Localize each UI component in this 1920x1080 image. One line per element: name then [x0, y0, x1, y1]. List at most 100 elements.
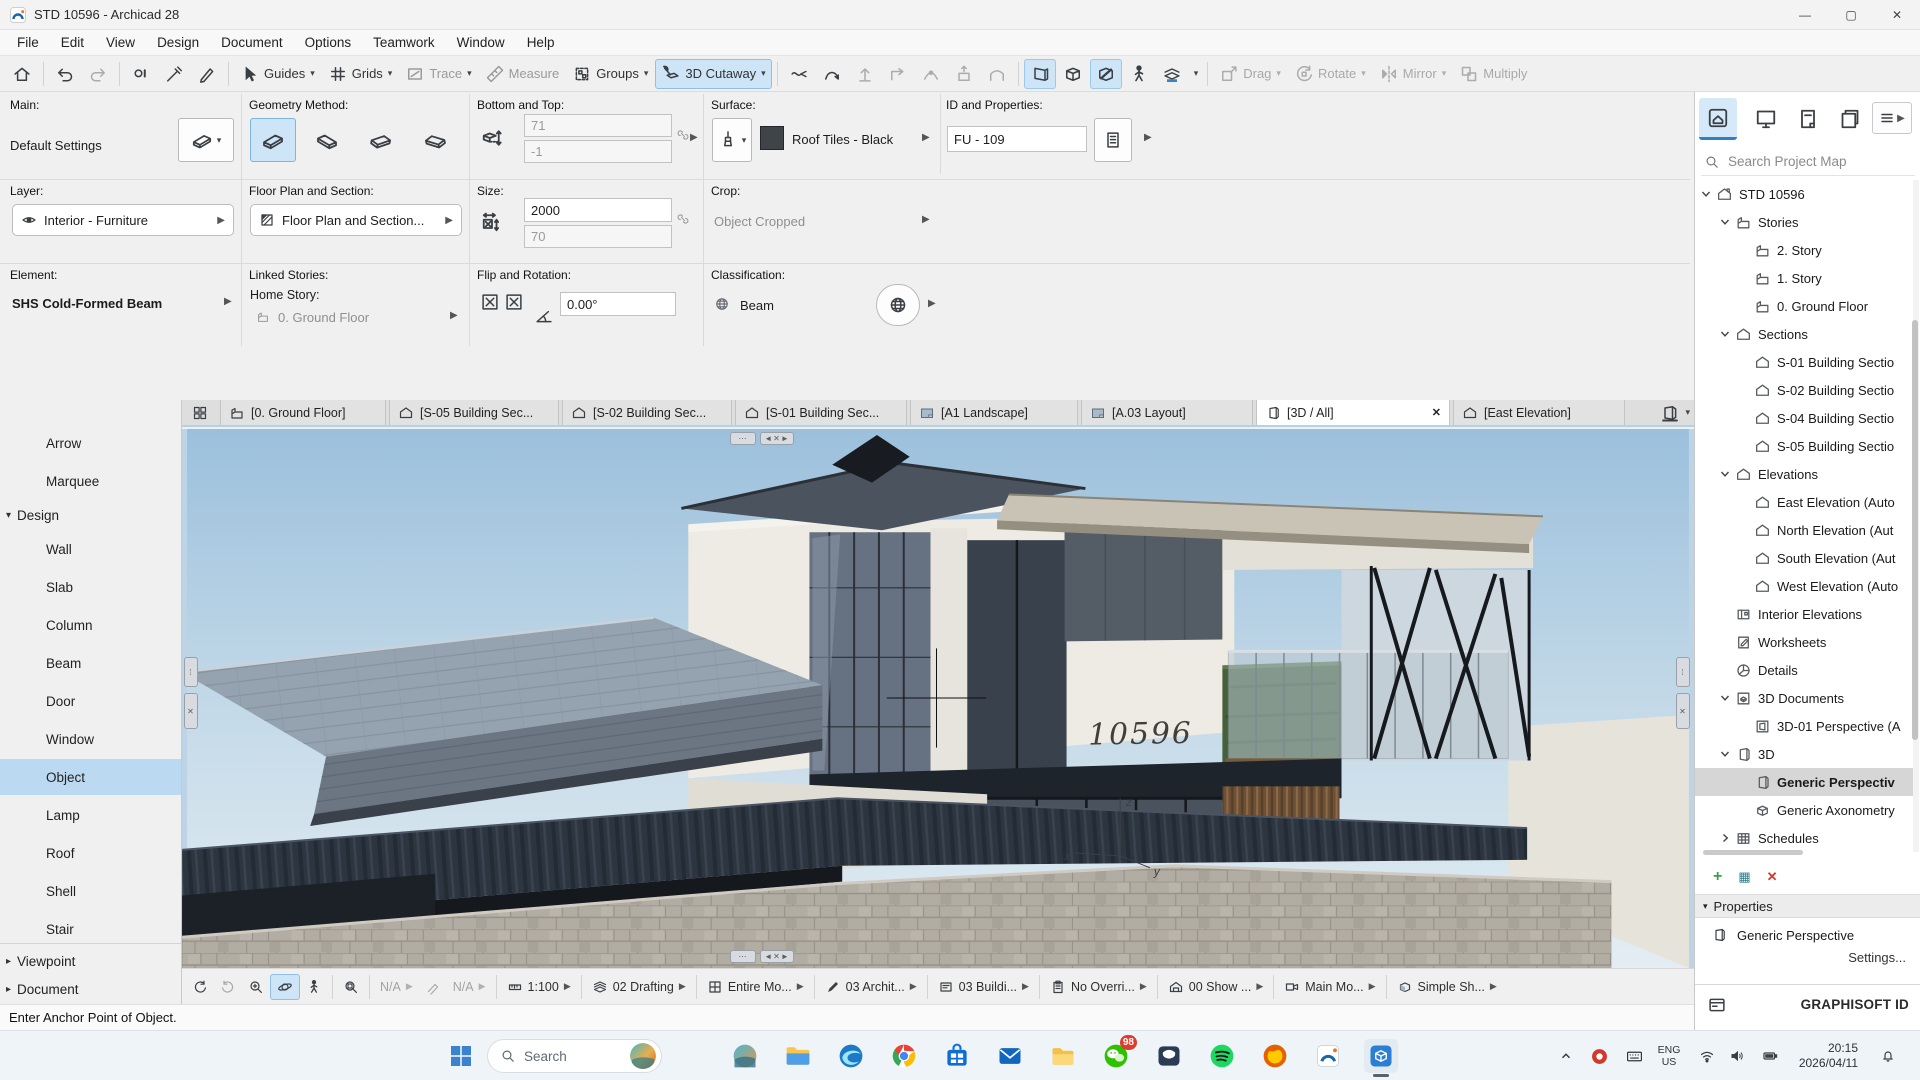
rotation-angle-field[interactable]: 0.00°	[560, 292, 676, 316]
add-viewpoint-button[interactable]: +	[1713, 868, 1722, 886]
tab-4[interactable]: [S-01 Building Sec...	[735, 400, 907, 425]
explore-button[interactable]	[300, 975, 328, 999]
trace-button[interactable]: Trace▾	[399, 59, 477, 89]
chevron-down-icon[interactable]	[1719, 216, 1731, 228]
tool-lamp[interactable]: Lamp	[0, 797, 181, 833]
cutaway-handle-left[interactable]: ✕	[184, 693, 198, 729]
taskbar-widget-image[interactable]	[728, 1039, 762, 1073]
edit-corner-button[interactable]	[882, 59, 914, 89]
zoom-in-button[interactable]	[242, 975, 270, 999]
tray-clock[interactable]: 20:15 2026/04/11	[1799, 1031, 1858, 1080]
zoom-dropdown[interactable]: N/A▶	[374, 976, 419, 998]
tree-item-interior-elevations[interactable]: Interior Elevations	[1695, 600, 1913, 628]
element-expand-arrow[interactable]: ▶	[224, 296, 232, 307]
tree-item-0-ground-floor[interactable]: 0. Ground Floor	[1695, 292, 1913, 320]
layer-combination-dropdown[interactable]: 02 Drafting▶	[586, 975, 692, 999]
split-button[interactable]	[783, 59, 815, 89]
tool-slab[interactable]: Slab	[0, 569, 181, 605]
tab-1[interactable]: [0. Ground Floor]	[220, 400, 386, 425]
toolbox-group-viewpoint[interactable]: ▸Viewpoint	[0, 947, 181, 975]
tree-item-2-story[interactable]: 2. Story	[1695, 236, 1913, 264]
elevate-button[interactable]	[849, 59, 881, 89]
tab-3[interactable]: [S-02 Building Sec...	[562, 400, 732, 425]
classification-button[interactable]	[876, 284, 920, 326]
groups-button[interactable]: Groups▾	[566, 59, 654, 89]
home-story-value[interactable]: 0. Ground Floor	[278, 310, 369, 325]
cutaway-handle-grip-right[interactable]: ⁞	[1676, 657, 1690, 687]
taskbar-chat[interactable]	[1152, 1039, 1186, 1073]
taskbar-file-explorer[interactable]	[781, 1039, 815, 1073]
tree-item-sections[interactable]: Sections	[1695, 320, 1913, 348]
taskbar-mail[interactable]	[993, 1039, 1027, 1073]
geometry-method-3[interactable]	[358, 118, 404, 162]
size-link-icon[interactable]	[676, 212, 690, 226]
mirror-button[interactable]: Mirror▾	[1373, 59, 1452, 89]
tree-item-north-elevation-aut[interactable]: North Elevation (Aut	[1695, 516, 1913, 544]
size-height-field[interactable]: 70	[524, 225, 672, 248]
taskbar-search[interactable]: Search	[487, 1039, 662, 1073]
tree-item-std-10596[interactable]: STD 10596	[1695, 180, 1913, 208]
guides-button[interactable]: Guides▾	[234, 59, 321, 89]
layer-selector[interactable]: Interior - Furniture ▶	[12, 204, 234, 236]
curve-edit-button[interactable]	[915, 59, 947, 89]
tab-overview-button[interactable]	[184, 400, 216, 425]
transfer-parameters-button[interactable]	[191, 59, 223, 89]
adjust-button[interactable]	[816, 59, 848, 89]
tree-item-3d-documents[interactable]: 3D Documents	[1695, 684, 1913, 712]
3d-viewport[interactable]: 10596 z x y ⋯ ◄✕► ⋯ ◄✕► ⁞ ✕ ⁞ ✕	[182, 429, 1694, 968]
menu-file[interactable]: File	[6, 32, 50, 53]
model-view-dropdown[interactable]: 03 Buildi...▶	[932, 975, 1035, 999]
tab-5[interactable]: [A1 Landscape]	[910, 400, 1078, 425]
tree-scrollbar[interactable]	[1913, 180, 1919, 852]
menu-teamwork[interactable]: Teamwork	[362, 32, 446, 53]
taskbar-edge[interactable]	[834, 1039, 868, 1073]
orbit-button[interactable]	[270, 974, 300, 1000]
tool-column[interactable]: Column	[0, 607, 181, 643]
3d-style-dropdown[interactable]: Simple Sh...▶	[1391, 975, 1503, 999]
taskbar-spotify[interactable]	[1205, 1039, 1239, 1073]
toolbox-group-design[interactable]: ▾Design	[0, 501, 181, 529]
flip-h-icon[interactable]	[480, 292, 500, 312]
cutaway-handle-grip-top[interactable]: ⋯	[730, 432, 756, 445]
project-map-search[interactable]: Search Project Map	[1701, 148, 1915, 176]
geometry-method-4[interactable]	[412, 118, 458, 162]
default-settings-button[interactable]: ▾	[178, 118, 234, 162]
box-stretch-button[interactable]	[948, 59, 980, 89]
taskbar-folder[interactable]	[1046, 1039, 1080, 1073]
surface-value[interactable]: Roof Tiles - Black	[792, 132, 893, 147]
tree-item-stories[interactable]: Stories	[1695, 208, 1913, 236]
tray-language[interactable]: ENGUS	[1652, 1031, 1686, 1080]
home-button[interactable]	[6, 59, 38, 89]
cutaway-handle-bottom[interactable]: ◄✕►	[760, 950, 794, 963]
chevron-down-icon[interactable]	[1700, 188, 1712, 200]
start-button[interactable]	[445, 1040, 477, 1072]
navigator-menu-button[interactable]: ▶	[1872, 102, 1912, 134]
settings-link[interactable]: Settings...	[1848, 950, 1906, 965]
tray-app-icon[interactable]	[1586, 1031, 1612, 1080]
chevron-right-icon[interactable]	[1719, 832, 1731, 844]
graphisoft-id-bar[interactable]: GRAPHISOFT ID	[1695, 984, 1920, 1024]
maximize-button[interactable]: ▢	[1828, 0, 1874, 30]
scale-dropdown[interactable]: 1:100▶	[501, 975, 577, 999]
tab-2[interactable]: [S-05 Building Sec...	[389, 400, 559, 425]
navigate-forward-button[interactable]	[214, 975, 242, 999]
tool-wall[interactable]: Wall	[0, 531, 181, 567]
menu-help[interactable]: Help	[516, 32, 566, 53]
explore-walk-button[interactable]	[1123, 59, 1155, 89]
chevron-down-icon[interactable]	[1719, 468, 1731, 480]
tree-item-s-01-building-sectio[interactable]: S-01 Building Sectio	[1695, 348, 1913, 376]
tab-list-dropdown[interactable]: ▾	[1685, 407, 1690, 418]
surface-swatch[interactable]	[760, 126, 784, 150]
cutaway-handle-right[interactable]: ✕	[1676, 693, 1690, 729]
taskbar-archicad-active[interactable]	[1364, 1039, 1398, 1073]
close-button[interactable]: ✕	[1874, 0, 1920, 30]
bottom-offset-field[interactable]: -1	[524, 140, 672, 163]
cutaway-handle-grip-left[interactable]: ⁞	[184, 657, 198, 687]
navigate-back-button[interactable]	[186, 975, 214, 999]
fit-in-window-button[interactable]	[337, 975, 365, 999]
properties-button[interactable]	[1094, 118, 1132, 162]
menu-edit[interactable]: Edit	[50, 32, 95, 53]
tool-arrow[interactable]: Arrow	[0, 425, 181, 461]
tool-beam[interactable]: Beam	[0, 645, 181, 681]
taskbar-archicad[interactable]	[1311, 1039, 1345, 1073]
